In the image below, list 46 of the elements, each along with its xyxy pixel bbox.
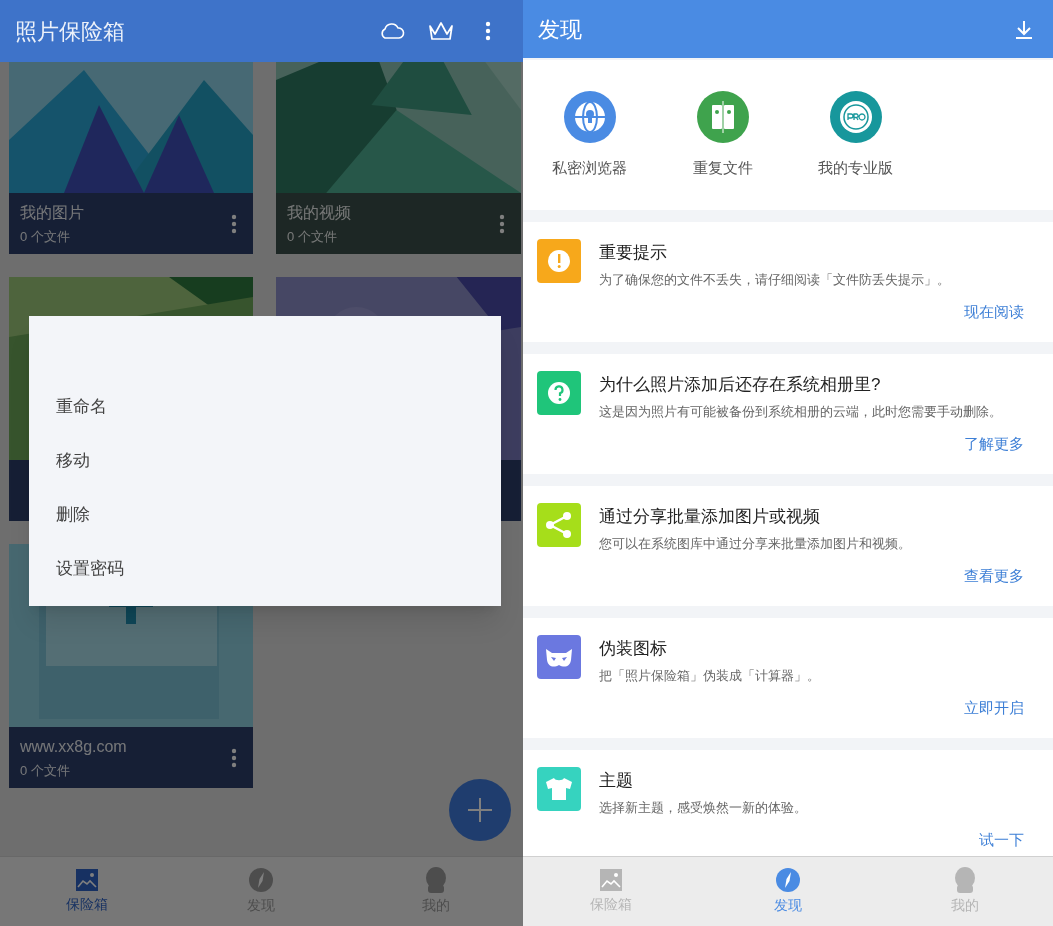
- tool-shortcut[interactable]: 重复文件: [656, 90, 789, 180]
- menu-item[interactable]: 设置密码: [29, 542, 501, 596]
- card-description: 您可以在系统图库中通过分享来批量添加图片和视频。: [599, 534, 911, 553]
- person-icon: [423, 867, 448, 893]
- card-description: 为了确保您的文件不丢失，请仔细阅读「文件防丢失提示」。: [599, 270, 950, 289]
- menu-item[interactable]: 删除: [29, 488, 501, 542]
- image-icon: [75, 868, 100, 892]
- card-title: 为什么照片添加后还存在系统相册里?: [599, 374, 881, 396]
- crown-icon[interactable]: [427, 20, 455, 42]
- folder-name: 我的图片: [20, 202, 84, 223]
- action-link[interactable]: 立即开启: [964, 697, 1024, 720]
- card-title: 通过分享批量添加图片或视频: [599, 506, 820, 528]
- card-title: 主题: [599, 770, 633, 792]
- card-description: 这是因为照片有可能被备份到系统相册的云端，此时您需要手动删除。: [599, 402, 1002, 421]
- tool-shortcut[interactable]: 我的专业版: [789, 90, 922, 180]
- tool-shortcut[interactable]: 私密浏览器: [523, 90, 656, 180]
- folder-name: 我的视频: [287, 202, 351, 223]
- cloud-icon[interactable]: [379, 22, 405, 40]
- action-link[interactable]: 了解更多: [964, 433, 1024, 456]
- file-count: 0 个文件: [287, 227, 337, 246]
- app-title: 发现: [538, 15, 583, 44]
- app-title: 照片保险箱: [15, 17, 126, 46]
- more-options-icon[interactable]: [485, 21, 491, 41]
- card-title: 重要提示: [599, 242, 667, 264]
- card-title: 伪装图标: [599, 638, 667, 660]
- menu-item[interactable]: 重命名: [29, 380, 501, 434]
- compass-icon: [775, 867, 801, 893]
- nav-tab[interactable]: 保险箱: [0, 857, 175, 926]
- image-icon: [599, 868, 624, 892]
- action-link[interactable]: 试一下: [979, 829, 1024, 852]
- action-link[interactable]: 现在阅读: [964, 301, 1024, 324]
- card-description: 把「照片保险箱」伪装成「计算器」。: [599, 666, 820, 685]
- card-description: 选择新主题，感受焕然一新的体验。: [599, 798, 807, 817]
- more-options-icon[interactable]: [231, 747, 237, 768]
- download-icon[interactable]: [1014, 19, 1034, 39]
- compass-icon: [248, 867, 275, 893]
- person-icon: [952, 867, 977, 893]
- folder-name: www.xx8g.com: [20, 736, 127, 757]
- nav-tab[interactable]: 发现: [699, 857, 877, 926]
- file-count: 0 个文件: [20, 761, 70, 780]
- file-count: 0 个文件: [20, 227, 70, 246]
- action-link[interactable]: 查看更多: [964, 565, 1024, 588]
- more-options-icon[interactable]: [231, 213, 237, 234]
- add-button[interactable]: [449, 779, 511, 841]
- menu-item[interactable]: 移动: [29, 434, 501, 488]
- more-options-icon[interactable]: [499, 213, 505, 234]
